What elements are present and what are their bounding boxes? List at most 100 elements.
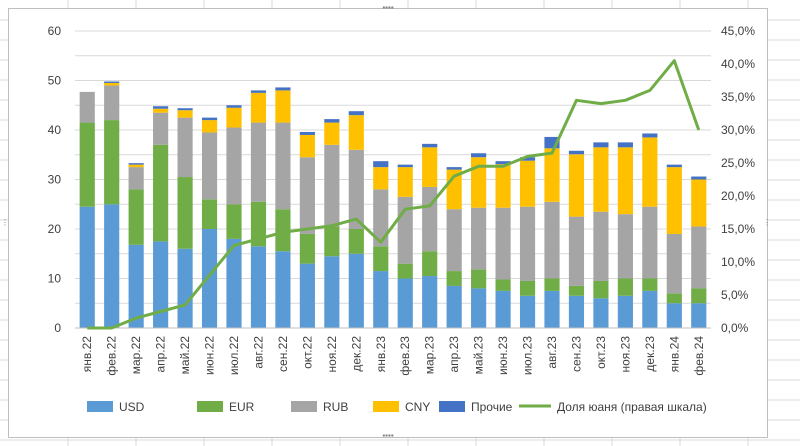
x-tick-label: дек.22 [349,336,363,372]
bar-eur [397,263,413,279]
bar-cny [397,167,413,197]
resize-handle-left[interactable]: ⋮ [1,217,9,229]
bar-rub [544,201,560,279]
bar-cny [250,92,267,123]
bar-прочие [104,81,120,83]
bar-rub [153,112,169,145]
y-right-tick-label: 45,0% [721,24,755,38]
bar-eur [544,278,560,291]
x-tick-label: дек.23 [643,336,657,372]
bar-eur [79,122,95,207]
bar-rub [495,207,511,280]
legend-swatch [373,401,399,412]
bar-rub [79,91,95,123]
bar-прочие [153,106,169,109]
legend-label: RUB [323,400,348,414]
bar-usd [348,253,364,328]
bar-cny [642,137,658,207]
x-tick-label: сен.22 [276,336,290,372]
y-right-tick-label: 10,0% [721,255,755,269]
x-tick-label: сен.23 [569,336,583,372]
bar-cny [104,82,120,86]
bar-прочие [642,133,658,138]
legend-label: EUR [229,400,255,414]
bar-eur [593,280,609,299]
x-tick-label: май.23 [472,336,486,375]
bar-rub [397,196,413,264]
bar-cny [617,147,633,215]
x-tick-label: янв.22 [80,336,94,373]
legend-label: CNY [405,400,430,414]
bar-прочие [324,119,340,123]
bar-eur [324,226,340,257]
resize-handle-bottom[interactable]: ▪▪▪▪ [381,432,395,440]
x-tick-label: май.22 [178,336,192,375]
x-tick-label: авг.22 [251,336,265,369]
legend-swatch [87,401,113,412]
bar-eur [348,229,364,254]
bar-cny [495,164,511,208]
bar-usd [471,288,487,328]
y-left-tick-label: 0 [54,321,61,335]
bar-rub [471,207,487,270]
bar-rub [348,149,364,229]
x-tick-label: июн.23 [496,336,510,375]
bar-cny [471,157,487,208]
bar-rub [666,233,682,294]
bar-usd [617,295,633,328]
bar-eur [446,271,462,286]
y-left-tick-label: 10 [48,272,62,286]
chart-frame[interactable]: 0 10 20 30 40 50 60 0,0% 5,0% 10,0% 15,0% 20,0% 25,0… [1,4,771,440]
bar-cny [373,167,389,190]
bar-прочие [593,142,609,148]
bar-usd [422,276,438,328]
x-tick-label: авг.23 [545,336,559,369]
bar-usd [324,256,340,328]
legend-label: Доля юаня (правая шкала) [557,400,707,414]
bar-cny [666,167,682,234]
y-right-tick-label: 40,0% [721,57,755,71]
bar-cny [177,110,193,118]
bar-cny [691,179,707,227]
bar-usd [201,229,218,328]
x-tick-label: окт.22 [300,336,314,369]
x-tick-label: ноя.23 [618,336,632,373]
bar-cny [153,108,169,113]
bar-cny [519,160,536,207]
bar-прочие [250,90,267,93]
bar-eur [642,278,658,291]
bar-прочие [226,105,242,108]
chart-area[interactable]: 0 10 20 30 40 50 60 0,0% 5,0% 10,0% 15,0% 20,0% 25,0… [9,9,767,437]
bar-cny [568,154,585,217]
y-right-tick-label: 15,0% [721,222,755,236]
bar-eur [128,189,144,245]
bar-rub [593,211,609,281]
x-tick-label: янв.24 [667,336,681,373]
bar-cny [348,115,364,150]
bar-usd [519,295,536,328]
bar-cny [201,120,218,133]
bar-rub [422,186,438,252]
resize-handle-right[interactable]: ⋮ [763,217,771,229]
bar-usd [666,303,682,328]
resize-handle-top[interactable]: ▪▪▪▪ [381,4,395,12]
bar-прочие [275,87,291,91]
bar-прочие [422,143,438,148]
bar-eur [666,293,682,304]
bar-eur [691,288,707,304]
bar-прочие [446,167,462,170]
bar-cny [128,164,144,168]
bar-rub [104,85,120,121]
bar-usd [250,246,267,328]
bar-usd [544,290,560,328]
bar-eur [177,177,193,249]
x-tick-label: ноя.22 [325,336,339,373]
bar-rub [128,167,144,190]
x-tick-label: апр.22 [154,336,168,373]
bar-eur [299,233,315,264]
bar-usd [104,204,120,328]
bar-rub [691,226,707,289]
bar-прочие [177,108,193,111]
bar-eur [495,279,511,291]
bar-cny [593,147,609,212]
